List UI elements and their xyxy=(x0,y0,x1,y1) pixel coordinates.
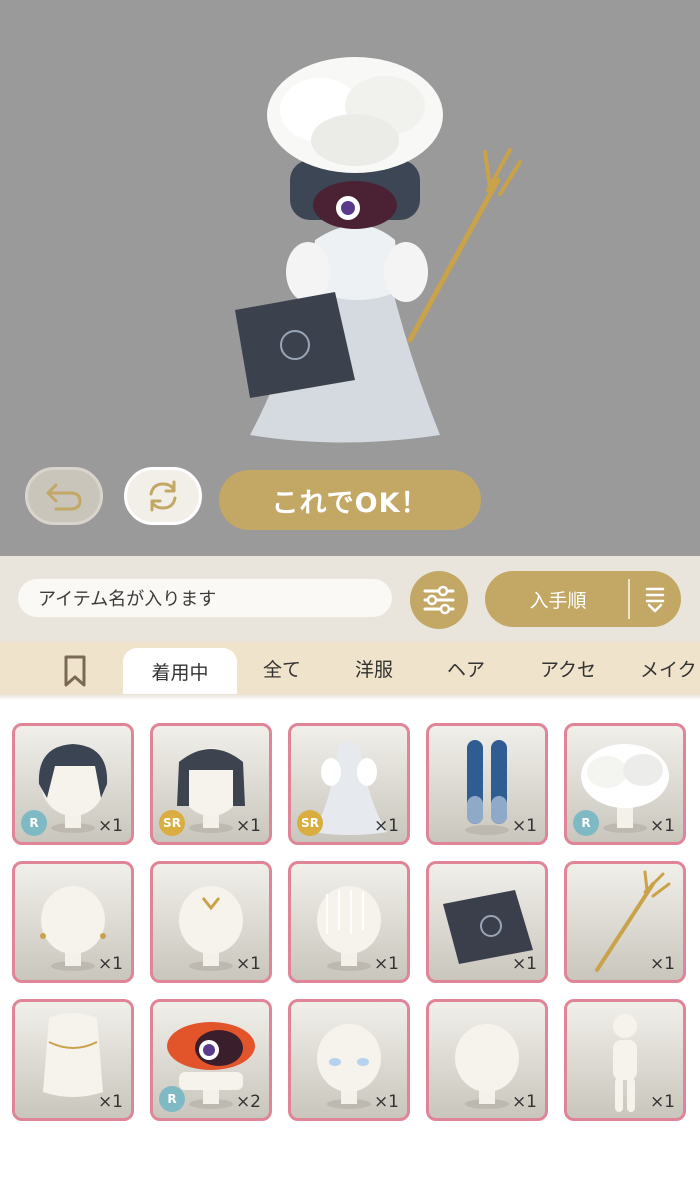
sort-direction-toggle[interactable] xyxy=(635,571,675,627)
rarity-badge: R xyxy=(21,810,47,836)
item-quantity: ×1 xyxy=(97,954,123,974)
bookmark-icon[interactable] xyxy=(58,654,92,688)
confirm-ok-button[interactable]: これでOK！ xyxy=(219,470,481,530)
tab-makeup[interactable]: メイク xyxy=(640,642,700,694)
category-tab-bar: 着用中 全て 洋服 ヘア アクセ メイク xyxy=(0,642,700,694)
item-quantity: ×1 xyxy=(373,954,399,974)
item-quantity: ×2 xyxy=(235,1092,261,1112)
rarity-badge: SR xyxy=(159,810,185,836)
item-quantity: ×1 xyxy=(373,816,399,836)
item-card-blue-tights[interactable]: ×1 xyxy=(426,723,548,845)
item-card-black-bob-hair[interactable]: R ×1 xyxy=(12,723,134,845)
rarity-badge: R xyxy=(573,810,599,836)
filter-button[interactable] xyxy=(410,571,468,629)
tab-clothes[interactable]: 洋服 xyxy=(338,642,410,694)
item-card-blue-eye-makeup[interactable]: ×1 xyxy=(288,999,410,1121)
item-search-input[interactable]: アイテム名が入ります xyxy=(18,579,392,617)
avatar-preview-stage: これでOK！ xyxy=(0,0,700,556)
item-quantity: ×1 xyxy=(235,954,261,974)
item-quantity: ×1 xyxy=(511,1092,537,1112)
tab-hair[interactable]: ヘア xyxy=(430,642,502,694)
item-card-body-mannequin[interactable]: ×1 xyxy=(564,999,686,1121)
tab-accessories[interactable]: アクセ xyxy=(522,642,614,694)
rarity-badge: SR xyxy=(297,810,323,836)
search-sort-bar: アイテム名が入ります 入手順 xyxy=(0,556,700,642)
item-grid: R ×1 SR ×1 SR ×1 ×1 R ×1 ×1 ×1 ×1 ×1 ×1 ×1 R ×2 ×1 ×1 ×1 xyxy=(0,700,700,1199)
item-card-forehead-ornament[interactable]: ×1 xyxy=(150,861,272,983)
item-quantity: ×1 xyxy=(235,816,261,836)
rotate-button[interactable] xyxy=(124,467,202,525)
tab-all[interactable]: 全て xyxy=(246,642,318,694)
sort-order-label: 入手順 xyxy=(529,589,587,612)
sort-order-button[interactable]: 入手順 xyxy=(485,571,681,627)
item-card-sparkle-veil[interactable]: ×1 xyxy=(288,861,410,983)
item-quantity: ×1 xyxy=(649,954,675,974)
item-card-gold-trident[interactable]: ×1 xyxy=(564,861,686,983)
item-quantity: ×1 xyxy=(97,1092,123,1112)
item-card-white-flower-headpiece[interactable]: R ×1 xyxy=(564,723,686,845)
item-card-goldfish-mask[interactable]: R ×2 xyxy=(150,999,272,1121)
item-quantity: ×1 xyxy=(373,1092,399,1112)
sliders-icon xyxy=(423,585,455,615)
item-quantity: ×1 xyxy=(649,1092,675,1112)
rarity-badge: R xyxy=(159,1086,185,1112)
rotate-icon xyxy=(149,480,177,512)
item-card-black-straight-hair[interactable]: SR ×1 xyxy=(150,723,272,845)
avatar-character-illustration xyxy=(235,57,522,443)
sort-descending-icon xyxy=(645,587,665,613)
item-card-white-gown-dress[interactable]: SR ×1 xyxy=(288,723,410,845)
item-card-face-makeup[interactable]: ×1 xyxy=(426,999,548,1121)
item-quantity: ×1 xyxy=(97,816,123,836)
item-quantity: ×1 xyxy=(649,816,675,836)
sort-divider xyxy=(628,579,630,619)
undo-icon xyxy=(46,483,82,511)
item-card-gold-body-chain[interactable]: ×1 xyxy=(12,999,134,1121)
tab-wearing[interactable]: 着用中 xyxy=(123,648,237,694)
item-quantity: ×1 xyxy=(511,816,537,836)
item-card-gold-earrings[interactable]: ×1 xyxy=(12,861,134,983)
item-quantity: ×1 xyxy=(511,954,537,974)
undo-button[interactable] xyxy=(25,467,103,525)
item-card-dark-book-clutch[interactable]: ×1 xyxy=(426,861,548,983)
